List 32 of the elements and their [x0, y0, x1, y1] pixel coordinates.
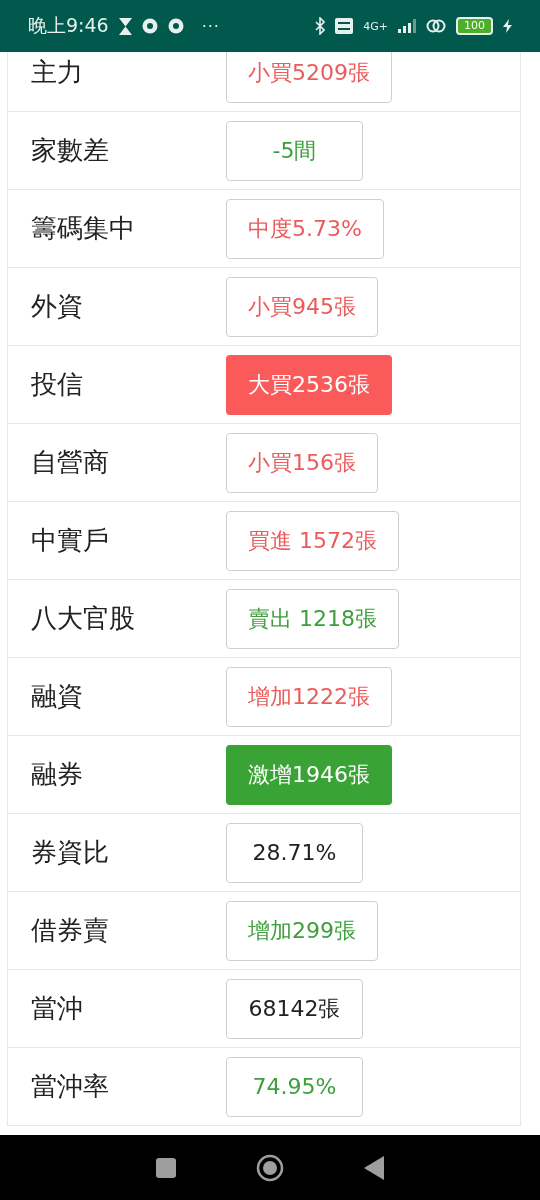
- value-badge: 增加1222張: [226, 666, 392, 727]
- row-label: 投信: [30, 368, 84, 401]
- value-badge: 大買2536張: [226, 354, 392, 415]
- row-label: 自營商: [30, 446, 110, 479]
- row-label: 當沖率: [30, 1070, 110, 1103]
- row-label: 外資: [30, 290, 84, 323]
- value-badge: 增加299張: [226, 900, 378, 961]
- battery-level: 100: [456, 17, 493, 35]
- row-label: 融券: [30, 758, 84, 791]
- row-label: 籌碼集中: [30, 212, 136, 245]
- network-type: 4G+: [363, 19, 388, 33]
- row-label: 融資: [30, 680, 84, 713]
- value-badge: 賣出 1218張: [226, 588, 399, 649]
- value-badge: 小買5209張: [226, 52, 392, 103]
- value-badge: 買進 1572張: [226, 510, 399, 571]
- row-label: 當沖: [30, 992, 84, 1025]
- value-badge: 小買945張: [226, 276, 378, 337]
- value-badge: 中度5.73%: [226, 198, 384, 259]
- value-badge: 小買156張: [226, 432, 378, 493]
- more-notifications: ···: [201, 16, 220, 36]
- value-badge: -5間: [226, 120, 363, 181]
- row-label: 中實戶: [30, 524, 110, 557]
- row-label: 主力: [30, 56, 84, 89]
- row-label: 借券賣: [30, 914, 110, 947]
- row-label: 家數差: [30, 134, 110, 167]
- value-badge: 28.71%: [226, 822, 363, 883]
- row-label: 八大官股: [30, 602, 136, 635]
- value-badge: 激增1946張: [226, 744, 392, 805]
- row-label: 券資比: [30, 836, 110, 869]
- value-badge: 68142張: [226, 978, 363, 1039]
- status-time: 晚上9:46: [28, 13, 109, 38]
- value-badge: 74.95%: [226, 1056, 363, 1117]
